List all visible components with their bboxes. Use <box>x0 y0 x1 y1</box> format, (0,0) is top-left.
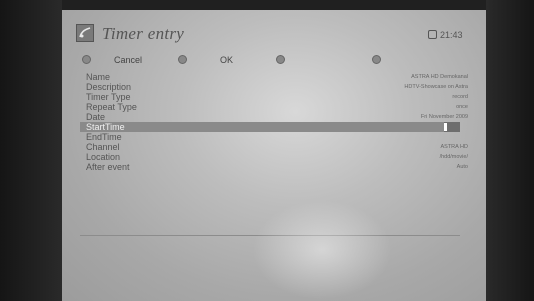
field-value: ASTRA HD <box>440 144 468 150</box>
time-input-cursor[interactable] <box>444 122 460 132</box>
field-label: Date <box>86 112 106 122</box>
yellow-button-icon[interactable] <box>276 55 285 64</box>
field-value: record <box>452 94 468 100</box>
field-row-end-time[interactable]: EndTime <box>62 132 486 142</box>
text-caret <box>444 123 447 131</box>
field-row-timer-type[interactable]: Timer Type record <box>62 92 486 102</box>
field-row-repeat-type[interactable]: Repeat Type once <box>62 102 486 112</box>
field-label: Name <box>86 72 111 82</box>
page-title: Timer entry <box>102 24 185 43</box>
field-label: Description <box>86 82 132 92</box>
field-value: /hdd/movie/ <box>439 154 468 160</box>
field-label: Timer Type <box>86 92 131 102</box>
button-bar: Cancel OK <box>62 52 486 68</box>
field-row-after-event[interactable]: After event Auto <box>62 162 486 172</box>
field-row-start-time[interactable]: StartTime <box>80 122 460 132</box>
ok-button[interactable]: OK <box>220 55 233 65</box>
field-label: StartTime <box>86 122 125 132</box>
field-value: Auto <box>456 164 468 170</box>
clock-time: 21:43 <box>440 30 463 40</box>
blue-button-icon[interactable] <box>372 55 381 64</box>
field-row-date[interactable]: Date Fri November 2009 <box>62 112 486 122</box>
red-button-icon[interactable] <box>82 55 91 64</box>
field-value: ASTRA HD Demokanal <box>411 74 468 80</box>
field-row-name[interactable]: Name ASTRA HD Demokanal <box>62 72 486 82</box>
tv-bezel-right <box>486 0 534 301</box>
field-label: Channel <box>86 142 120 152</box>
field-row-location[interactable]: Location /hdd/movie/ <box>62 152 486 162</box>
field-row-description[interactable]: Description HDTV-Showcase on Astra <box>62 82 486 92</box>
divider <box>80 235 460 236</box>
timer-entry-screen: Timer entry 21:43 Cancel OK Name ASTRA H… <box>62 10 486 301</box>
green-button-icon[interactable] <box>178 55 187 64</box>
field-label: After event <box>86 162 130 172</box>
cancel-button[interactable]: Cancel <box>114 55 142 65</box>
field-label: Location <box>86 152 121 162</box>
timer-fields: Name ASTRA HD Demokanal Description HDTV… <box>62 72 486 172</box>
field-label: Repeat Type <box>86 102 137 112</box>
tv-bezel-left <box>0 0 62 301</box>
clock-icon <box>428 30 437 39</box>
field-row-channel[interactable]: Channel ASTRA HD <box>62 142 486 152</box>
timer-app-icon <box>76 24 94 42</box>
field-value: Fri November 2009 <box>420 114 468 120</box>
field-value: once <box>456 104 468 110</box>
field-label: EndTime <box>86 132 122 142</box>
field-value: HDTV-Showcase on Astra <box>404 84 468 90</box>
header: Timer entry 21:43 <box>62 18 486 50</box>
